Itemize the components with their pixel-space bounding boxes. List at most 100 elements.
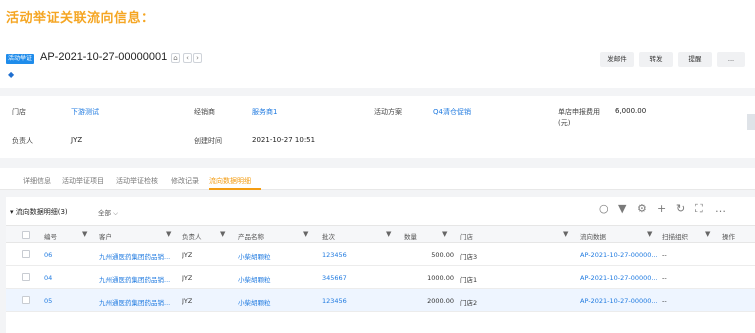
flow-data-grid: ▾ 流向数据明细(3) 全部 ⌵ ○ ▼ ⚙ + ↻ ⛶ … 编号 ▼ 客户 ▼…	[6, 197, 755, 333]
distributor-label: 经销商	[194, 108, 215, 116]
created-value: 2021-10-27 10:51	[252, 136, 316, 144]
table-header: 编号 ▼ 客户 ▼ 负责人 ▼ 产品名称 ▼ 批次 ▼ 数量 ▼ 门店 ▼ 流向…	[6, 225, 755, 243]
refresh-icon[interactable]: ↻	[676, 202, 685, 215]
fee-unit-label: (元)	[558, 119, 571, 127]
tab-flow-data[interactable]: 流向数据明细	[209, 176, 251, 186]
row-quantity: 1000.00	[427, 274, 454, 282]
row-owner: JYZ	[182, 297, 193, 305]
more-button[interactable]: ...	[717, 52, 745, 67]
active-tab-indicator	[209, 188, 261, 190]
row-checkbox[interactable]	[22, 296, 30, 304]
table-row[interactable]: 06 九州通医药集团药品销... JYZ 小柴胡颗粒 123456 500.00…	[6, 243, 755, 266]
table-row[interactable]: 04 九州通医药集团药品销... JYZ 小柴胡颗粒 345667 1000.0…	[6, 266, 755, 289]
row-checkbox[interactable]	[22, 273, 30, 281]
filter-icon[interactable]: ▼	[303, 230, 308, 238]
col-number[interactable]: 编号	[44, 231, 57, 241]
remind-button[interactable]: 提醒	[678, 52, 712, 67]
col-customer[interactable]: 客户	[99, 231, 112, 241]
col-store[interactable]: 门店	[460, 231, 473, 241]
col-product[interactable]: 产品名称	[238, 231, 264, 241]
record-number: AP-2021-10-27-00000001	[40, 51, 168, 63]
filter-icon[interactable]: ▼	[220, 230, 225, 238]
row-flow-data[interactable]: AP-2021-10-27-00000...	[580, 274, 660, 282]
grid-filter-dropdown[interactable]: 全部 ⌵	[98, 207, 118, 218]
row-checkbox[interactable]	[22, 250, 30, 258]
row-scan-org: --	[662, 297, 667, 305]
store-label: 门店	[12, 108, 26, 116]
filter-icon[interactable]: ▼	[647, 230, 652, 238]
tab-change-log[interactable]: 修改记录	[171, 176, 199, 186]
row-number[interactable]: 06	[44, 251, 52, 259]
col-owner[interactable]: 负责人	[182, 231, 202, 241]
created-label: 创建时间	[194, 137, 222, 145]
scrollbar-thumb[interactable]	[747, 114, 755, 130]
plan-label: 活动方案	[374, 108, 402, 116]
record-header: 活动举证 AP-2021-10-27-00000001 ⌂ ‹ › ◆ 发邮件 …	[0, 42, 755, 88]
record-type-tag: 活动举证	[6, 54, 35, 64]
filter-icon[interactable]: ▼	[563, 230, 568, 238]
owner-label: 负责人	[12, 137, 33, 145]
col-flow-data[interactable]: 流向数据	[580, 231, 606, 241]
select-all-checkbox[interactable]	[22, 231, 30, 239]
row-customer[interactable]: 九州通医药集团药品销...	[99, 251, 177, 261]
row-product[interactable]: 小柴胡颗粒	[238, 251, 271, 261]
filter-icon[interactable]: ▼	[82, 230, 87, 238]
row-number[interactable]: 05	[44, 297, 52, 305]
tab-proof-items[interactable]: 活动举证项目	[62, 176, 104, 186]
detail-tabs: 详细信息 活动举证项目 活动举证检核 修改记录 流向数据明细	[0, 168, 755, 190]
grid-title[interactable]: ▾ 流向数据明细(3)	[10, 207, 68, 217]
distributor-link[interactable]: 服务商1	[252, 107, 277, 117]
row-flow-data[interactable]: AP-2021-10-27-00000...	[580, 251, 660, 259]
settings-icon[interactable]: ⚙	[637, 202, 647, 215]
row-batch[interactable]: 123456	[322, 251, 347, 259]
send-email-button[interactable]: 发邮件	[600, 52, 634, 67]
row-product[interactable]: 小柴胡颗粒	[238, 297, 271, 307]
row-flow-data[interactable]: AP-2021-10-27-00000...	[580, 297, 660, 305]
lock-icon[interactable]: ⌂	[171, 53, 180, 63]
row-product[interactable]: 小柴胡颗粒	[238, 274, 271, 284]
col-actions: 操作	[722, 233, 735, 241]
more-icon[interactable]: …	[715, 202, 726, 215]
row-store: 门店1	[460, 276, 478, 284]
row-scan-org: --	[662, 251, 667, 259]
store-link[interactable]: 下游测试	[71, 107, 99, 117]
filter-icon[interactable]: ▼	[386, 230, 391, 238]
row-scan-org: --	[662, 274, 667, 282]
table-row[interactable]: 05 九州通医药集团药品销... JYZ 小柴胡颗粒 123456 2000.0…	[6, 289, 755, 312]
filter-icon[interactable]: ▼	[705, 230, 710, 238]
row-number[interactable]: 04	[44, 274, 52, 282]
tab-details[interactable]: 详细信息	[23, 176, 51, 186]
prev-record-icon[interactable]: ‹	[183, 53, 192, 63]
fee-label: 单店申报费用	[558, 108, 600, 116]
fee-value: 6,000.00	[615, 107, 647, 115]
row-customer[interactable]: 九州通医药集团药品销...	[99, 274, 177, 284]
row-owner: JYZ	[182, 274, 193, 282]
search-icon[interactable]: ○	[599, 202, 609, 215]
forward-button[interactable]: 转发	[639, 52, 673, 67]
grid-filter-label: 全部	[98, 209, 111, 217]
filter-icon[interactable]: ▼	[618, 202, 626, 215]
page-caption: 活动举证关联流向信息：	[6, 11, 155, 26]
row-owner: JYZ	[182, 251, 193, 259]
owner-value: JYZ	[71, 136, 83, 144]
pin-icon[interactable]: ◆	[8, 71, 16, 79]
add-icon[interactable]: +	[657, 202, 666, 215]
row-store: 门店2	[460, 299, 478, 307]
col-scan-org[interactable]: 扫描组织	[662, 231, 688, 241]
row-customer[interactable]: 九州通医药集团药品销...	[99, 297, 177, 307]
row-batch[interactable]: 123456	[322, 297, 347, 305]
col-quantity[interactable]: 数量	[404, 231, 417, 241]
next-record-icon[interactable]: ›	[193, 53, 202, 63]
tab-proof-check[interactable]: 活动举证检核	[116, 176, 158, 186]
info-section: 门店 下游测试 经销商 服务商1 活动方案 Q4清仓促销 单店申报费用 (元) …	[0, 96, 755, 158]
grid-title-text: 流向数据明细(3)	[15, 208, 68, 216]
filter-icon[interactable]: ▼	[442, 230, 447, 238]
plan-link[interactable]: Q4清仓促销	[433, 107, 471, 117]
fullscreen-icon[interactable]: ⛶	[695, 202, 703, 216]
row-batch[interactable]: 345667	[322, 274, 347, 282]
record-panel: 活动举证 AP-2021-10-27-00000001 ⌂ ‹ › ◆ 发邮件 …	[0, 42, 755, 333]
filter-icon[interactable]: ▼	[166, 230, 171, 238]
row-quantity: 2000.00	[427, 297, 454, 305]
col-batch[interactable]: 批次	[322, 231, 335, 241]
row-quantity: 500.00	[431, 251, 454, 259]
